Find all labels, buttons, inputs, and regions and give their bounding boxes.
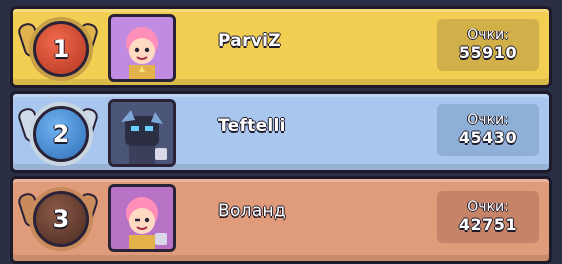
rank-medal-icon: 1 (33, 21, 89, 77)
pink-haired-brawler-portrait-icon (111, 17, 173, 79)
rank-number: 2 (52, 120, 70, 148)
player-avatar[interactable] (108, 184, 176, 252)
rank-number: 3 (52, 205, 70, 233)
score-label: Очки: (467, 112, 509, 128)
leaderboard-row-3[interactable]: 3 Воланд Очки: 42751 (10, 176, 552, 264)
pink-haired-brawler-portrait-icon (111, 187, 173, 249)
score-value: 55910 (458, 43, 518, 62)
score-value: 42751 (458, 215, 518, 234)
score-box: Очки: 55910 (437, 19, 539, 71)
player-avatar[interactable] (108, 14, 176, 82)
score-box: Очки: 42751 (437, 191, 539, 243)
rank-number: 1 (52, 35, 70, 63)
score-label: Очки: (467, 199, 509, 215)
player-name[interactable]: ParviZ (218, 31, 281, 51)
rank-medal-icon: 3 (33, 191, 89, 247)
rank-medal-icon: 2 (33, 106, 89, 162)
leaderboard-row-2[interactable]: 2 Teftelli Очки: 45430 (10, 91, 552, 173)
score-label: Очки: (467, 27, 509, 43)
dark-robot-brawler-portrait-icon (111, 102, 173, 164)
score-box: Очки: 45430 (437, 104, 539, 156)
leaderboard-row-1[interactable]: 1 ParviZ Очки: 55910 (10, 6, 552, 88)
player-name[interactable]: Воланд (218, 201, 286, 221)
player-name[interactable]: Teftelli (218, 116, 286, 136)
score-value: 45430 (458, 128, 518, 147)
player-avatar[interactable] (108, 99, 176, 167)
